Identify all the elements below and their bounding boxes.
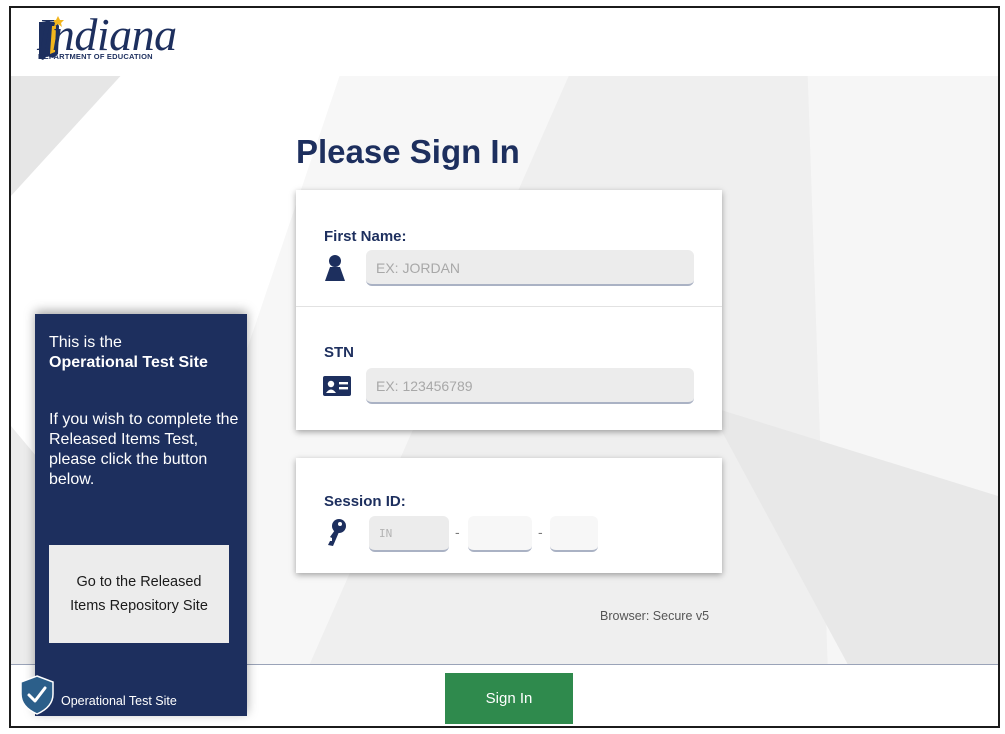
session-part2-field[interactable] [468,516,532,552]
sign-in-button[interactable]: Sign In [445,673,573,724]
shield-check-icon [20,675,54,715]
panel-intro: This is the [49,334,122,351]
browser-version: Browser: Secure v5 [600,609,710,623]
first-name-label: First Name: [324,228,407,245]
footer-site-label: Operational Test Site [61,694,177,708]
page-title: Please Sign In [296,133,520,170]
session-card: Session ID: IN - - [296,458,722,573]
released-items-button[interactable]: Go to the Released Items Repository Site [49,545,229,643]
session-prefix-field[interactable]: IN [369,516,449,552]
panel-instructions: If you wish to complete the Released Ite… [49,411,239,488]
key-icon [328,519,346,546]
session-id-label: Session ID: [324,493,406,510]
session-separator-1: - [455,524,460,540]
session-part3-field[interactable] [550,516,598,552]
logo-subtitle: DEPARTMENT OF EDUCATION [38,52,153,61]
operational-site-panel: This is the Operational Test Site If you… [35,314,247,716]
sign-in-window: Indiana DEPARTMENT OF EDUCATION Please S… [9,6,1000,728]
panel-site-name: Operational Test Site [49,354,208,371]
session-separator-2: - [538,524,543,540]
id-card-icon [323,376,351,396]
person-icon [325,255,345,281]
stn-field[interactable]: EX: 123456789 [366,368,694,404]
card-divider [296,306,722,307]
first-name-field[interactable]: EX: JORDAN [366,250,694,286]
header: Indiana DEPARTMENT OF EDUCATION [11,8,998,76]
credentials-card: First Name: EX: JORDAN STN EX: 123456789 [296,190,722,430]
stn-label: STN [324,344,354,361]
